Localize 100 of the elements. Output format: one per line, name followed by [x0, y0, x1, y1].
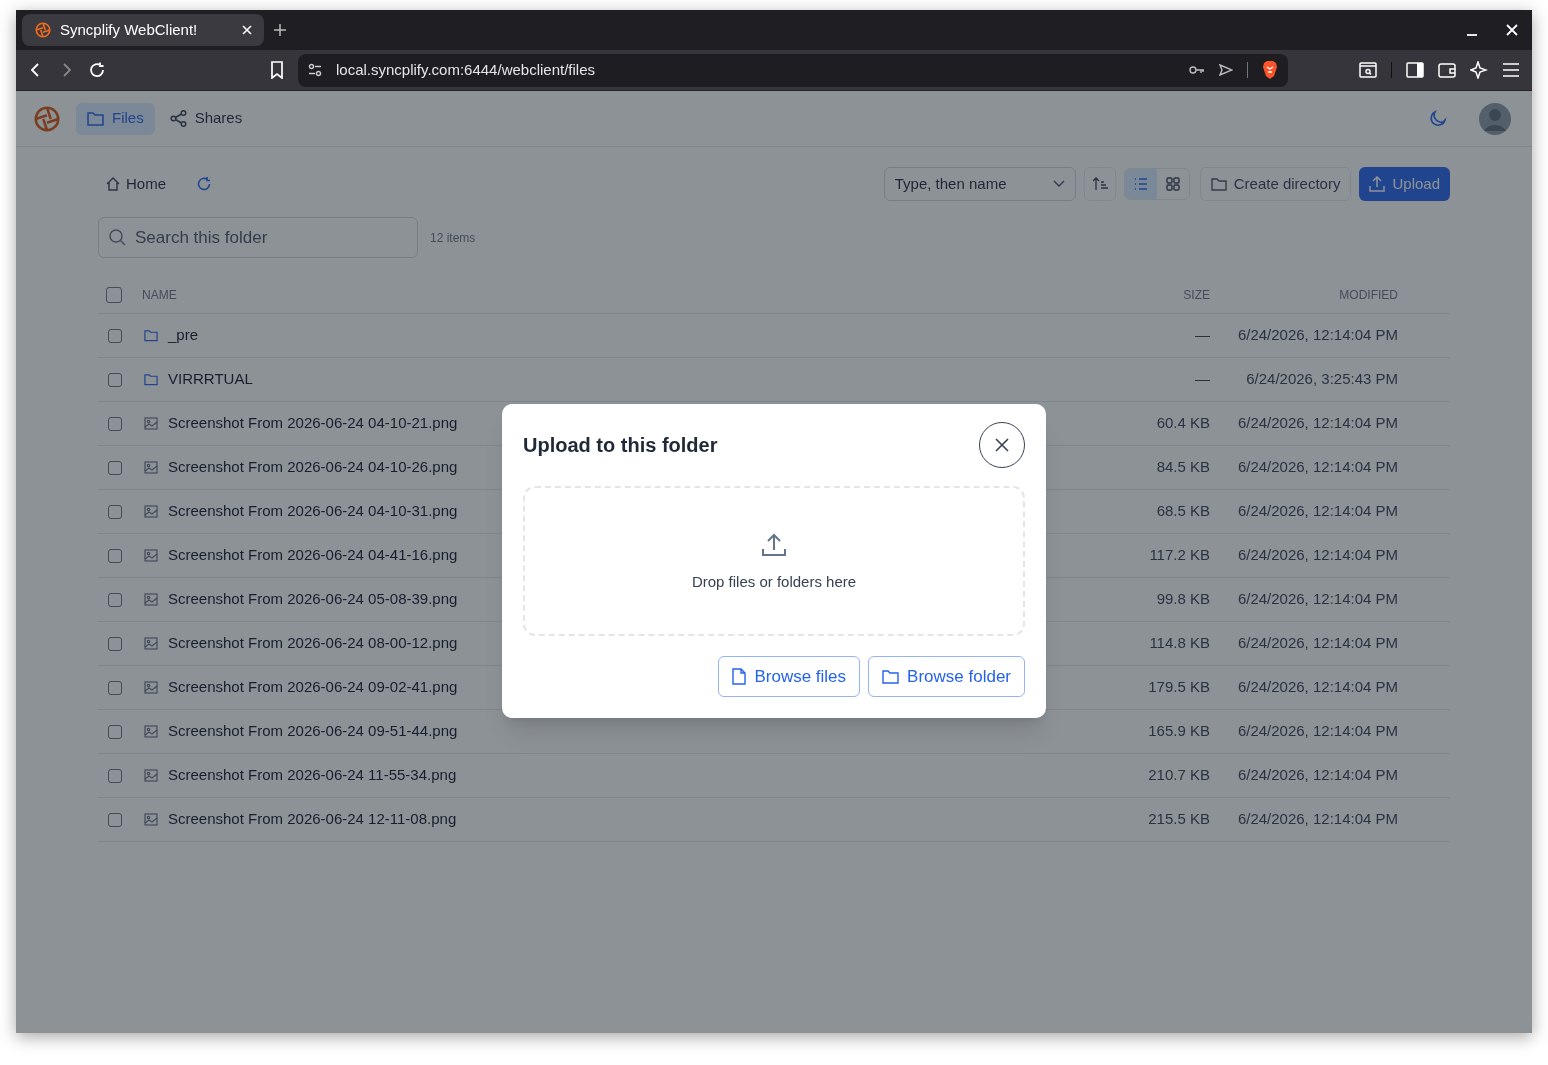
- file-size: 68.5 KB: [1155, 501, 1210, 522]
- browse-files-button[interactable]: Browse files: [718, 656, 861, 697]
- checkbox[interactable]: [108, 768, 122, 783]
- image-icon: [144, 681, 158, 694]
- logo-icon: [34, 21, 52, 39]
- modified-date: 6/24/2026, 12:14:04 PM: [1236, 545, 1398, 566]
- image-icon: [144, 637, 158, 650]
- image-icon: [144, 549, 158, 562]
- nav-tab[interactable]: Shares: [158, 102, 254, 135]
- sidebar-icon[interactable]: [1406, 62, 1424, 78]
- browser-tab[interactable]: Syncplify WebClient!: [22, 14, 264, 46]
- checkbox[interactable]: [108, 372, 122, 387]
- drop-zone[interactable]: Drop files or folders here: [523, 486, 1025, 636]
- search-icon: [108, 228, 126, 246]
- file-size: 60.4 KB: [1155, 413, 1210, 434]
- sparkle-icon[interactable]: [1470, 61, 1488, 79]
- image-icon: [144, 725, 158, 738]
- modified-date: 6/24/2026, 12:14:04 PM: [1236, 589, 1398, 610]
- site-settings-icon[interactable]: [308, 63, 322, 77]
- file-size: —: [1194, 325, 1210, 346]
- file-name[interactable]: Screenshot From 2026-06-24 11-55-34.png: [168, 764, 1090, 787]
- file-icon: [732, 668, 747, 685]
- modified-date: 6/24/2026, 12:14:04 PM: [1236, 633, 1398, 654]
- image-icon: [144, 505, 158, 518]
- wallet-icon[interactable]: [1438, 62, 1456, 78]
- item-count: 12 items: [430, 229, 476, 247]
- share-icon: [169, 110, 187, 127]
- image-icon: [144, 417, 158, 430]
- file-size: 215.5 KB: [1147, 809, 1210, 830]
- dialog-title: Upload to this folder: [523, 433, 718, 458]
- file-size: 179.5 KB: [1147, 677, 1210, 698]
- file-size: 99.8 KB: [1155, 589, 1210, 610]
- modified-date: 6/24/2026, 12:14:04 PM: [1236, 413, 1398, 434]
- upload-icon: [1369, 176, 1386, 192]
- key-icon[interactable]: [1189, 65, 1205, 75]
- checkbox[interactable]: [106, 286, 122, 303]
- address-bar[interactable]: local.syncplify.com:6444/webclient/files: [298, 53, 1288, 87]
- file-size: 165.9 KB: [1147, 721, 1210, 742]
- file-name[interactable]: Screenshot From 2026-06-24 09-51-44.png: [168, 720, 1090, 743]
- file-name[interactable]: Screenshot From 2026-06-24 12-11-08.png: [168, 808, 1090, 831]
- close-icon: [995, 438, 1009, 452]
- checkbox[interactable]: [108, 724, 122, 739]
- image-icon: [144, 593, 158, 606]
- checkbox[interactable]: [108, 548, 122, 563]
- upload-button[interactable]: Upload: [1359, 167, 1450, 201]
- bookmark-icon[interactable]: [270, 61, 284, 79]
- sort-ascending-icon: [1091, 177, 1108, 191]
- sort-dropdown[interactable]: Type, then name: [883, 167, 1076, 201]
- list-icon: [1133, 178, 1148, 190]
- folder-icon: [144, 329, 158, 342]
- checkbox[interactable]: [108, 680, 122, 695]
- checkbox[interactable]: [108, 636, 122, 651]
- grid-icon: [1165, 177, 1180, 191]
- file-size: 114.8 KB: [1148, 633, 1210, 654]
- close-icon[interactable]: [1506, 24, 1518, 36]
- file-name[interactable]: _pre: [168, 324, 1090, 347]
- chevron-down-icon: [1052, 180, 1065, 188]
- modified-date: 6/24/2026, 12:14:04 PM: [1236, 765, 1398, 786]
- image-icon: [144, 813, 158, 826]
- dark-mode-icon[interactable]: [1428, 108, 1448, 129]
- checkbox[interactable]: [108, 416, 122, 431]
- browse-folder-button[interactable]: Browse folder: [868, 656, 1025, 697]
- url-text: local.syncplify.com:6444/webclient/files: [336, 59, 596, 80]
- checkbox[interactable]: [108, 328, 122, 343]
- create-directory-button[interactable]: Create directory: [1199, 167, 1352, 201]
- page-search-icon[interactable]: [1359, 62, 1377, 78]
- reload-icon[interactable]: [88, 61, 106, 79]
- list-view-button[interactable]: [1124, 169, 1157, 199]
- close-icon[interactable]: [242, 25, 252, 35]
- modified-date: 6/24/2026, 3:25:43 PM: [1245, 369, 1398, 390]
- modified-date: 6/24/2026, 12:14:04 PM: [1236, 677, 1398, 698]
- shield-icon[interactable]: [1262, 61, 1278, 79]
- modified-date: 6/24/2026, 12:14:04 PM: [1236, 721, 1398, 742]
- search-field[interactable]: Search this folder: [98, 217, 418, 258]
- file-size: 210.7 KB: [1147, 765, 1210, 786]
- image-icon: [144, 769, 158, 782]
- refresh-icon[interactable]: [196, 176, 212, 192]
- checkbox[interactable]: [108, 460, 122, 475]
- breadcrumb-home[interactable]: Home: [98, 172, 174, 196]
- column-header[interactable]: SIZE: [1090, 285, 1210, 304]
- tab-title: Syncplify WebClient!: [60, 19, 199, 40]
- folder-icon: [1210, 177, 1227, 191]
- home-icon: [106, 177, 120, 191]
- send-icon[interactable]: [1219, 64, 1233, 76]
- checkbox[interactable]: [108, 592, 122, 607]
- upload-icon: [761, 532, 787, 557]
- folder-icon: [882, 669, 900, 684]
- checkbox[interactable]: [108, 504, 122, 519]
- drop-hint: Drop files or folders here: [691, 571, 857, 592]
- column-header[interactable]: NAME: [142, 285, 1090, 304]
- folder-icon: [144, 373, 158, 386]
- column-header[interactable]: MODIFIED: [1210, 285, 1398, 304]
- menu-icon[interactable]: [1502, 63, 1520, 77]
- file-size: —: [1194, 369, 1210, 390]
- sort-direction-button[interactable]: [1083, 167, 1116, 201]
- new-tab-icon[interactable]: [274, 24, 286, 36]
- file-size: 84.5 KB: [1155, 457, 1210, 478]
- avatar[interactable]: [1478, 101, 1512, 136]
- checkbox[interactable]: [108, 812, 122, 827]
- file-name[interactable]: VIRRRTUAL: [168, 368, 1090, 391]
